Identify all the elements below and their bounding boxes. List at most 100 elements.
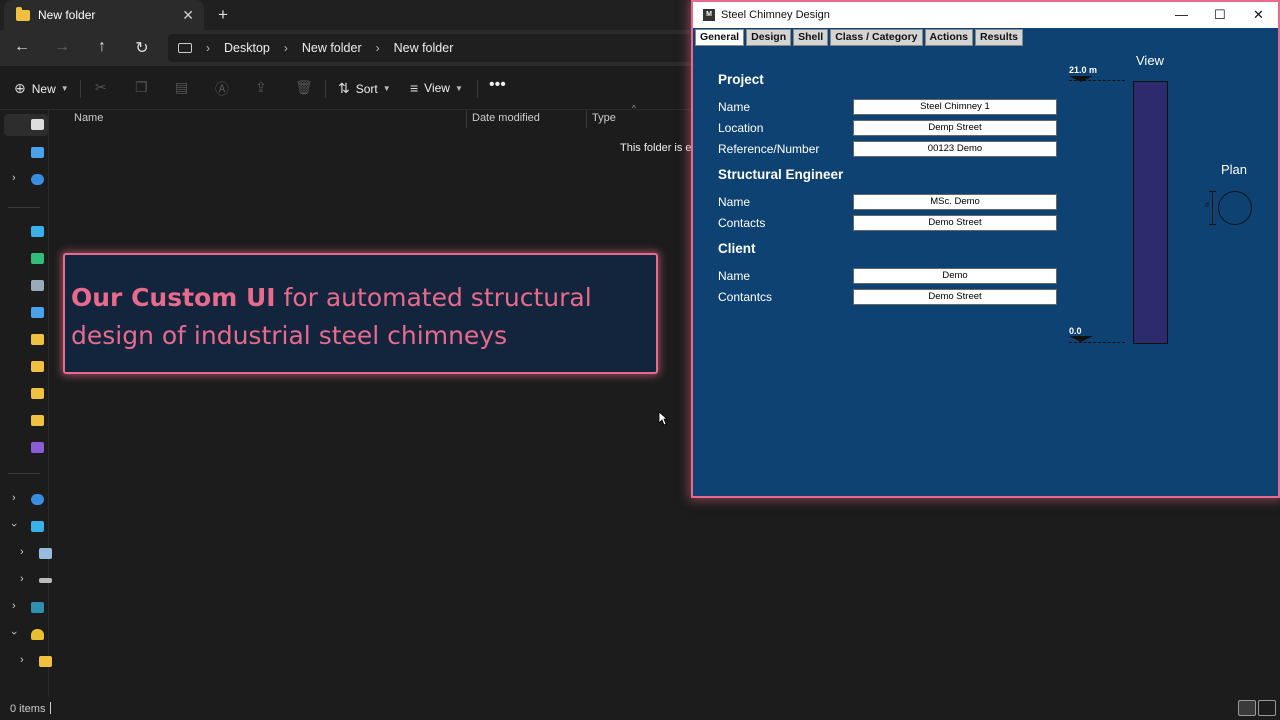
- up-icon[interactable]: ↑: [92, 38, 112, 56]
- sidebar-item-documents[interactable]: [4, 275, 48, 297]
- column-date-modified[interactable]: Date modified: [472, 112, 540, 124]
- sidebar-item-folder-3[interactable]: [4, 383, 48, 405]
- breadcrumb-folder-1[interactable]: New folder: [302, 41, 362, 55]
- chevron-right-icon: ›: [12, 172, 16, 184]
- chevron-down-icon: ›: [7, 523, 20, 527]
- empty-folder-message: This folder is em: [620, 142, 701, 154]
- share-icon[interactable]: ⇪: [255, 79, 267, 96]
- caption-highlight: Our Custom UI: [71, 283, 276, 312]
- chevron-down-icon: ›: [7, 631, 20, 635]
- address-bar-row: ← → ↑ ↻ › Desktop › New folder › New fol…: [0, 30, 700, 66]
- item-count: 0 items: [10, 703, 46, 715]
- sidebar-item-linux[interactable]: ›: [4, 624, 48, 646]
- chevron-right-icon: ›: [12, 492, 16, 504]
- new-tab-button[interactable]: +: [218, 5, 228, 25]
- pictures-icon: [31, 307, 44, 318]
- sidebar-item-home[interactable]: [4, 114, 48, 136]
- tab-results[interactable]: Results: [975, 29, 1023, 46]
- new-button[interactable]: ⊕ New ▼: [14, 80, 69, 97]
- network-icon: [31, 494, 44, 505]
- document-icon: [31, 280, 44, 291]
- app-logo-icon: M: [703, 9, 715, 21]
- minimize-icon[interactable]: —: [1175, 7, 1188, 22]
- project-location-field[interactable]: Demp Street: [853, 120, 1057, 136]
- client-contacts-label: Contantcs: [718, 290, 773, 304]
- app-titlebar[interactable]: M Steel Chimney Design — ☐ ✕: [693, 2, 1278, 28]
- paste-icon[interactable]: ▤: [175, 79, 188, 96]
- tiles-view-icon[interactable]: [1258, 700, 1276, 716]
- top-elevation-marker-icon: [1069, 76, 1093, 82]
- breadcrumb-desktop[interactable]: Desktop: [224, 41, 270, 55]
- close-tab-icon[interactable]: ✕: [182, 7, 194, 24]
- project-name-field[interactable]: Steel Chimney 1: [853, 99, 1057, 115]
- cut-icon[interactable]: ✂: [95, 79, 107, 96]
- chimney-elevation-shape: [1133, 81, 1168, 344]
- sidebar-item-desktop[interactable]: [4, 221, 48, 243]
- folder-icon: [16, 6, 30, 21]
- tab-class-category[interactable]: Class / Category: [830, 29, 923, 46]
- breadcrumb-folder-2[interactable]: New folder: [394, 41, 454, 55]
- project-heading: Project: [718, 72, 764, 87]
- address-bar[interactable]: › Desktop › New folder › New folder: [168, 34, 700, 62]
- folder-icon: [31, 388, 44, 399]
- sidebar-item-network[interactable]: ›: [4, 597, 48, 619]
- linux-icon: [31, 629, 44, 640]
- folder-icon: [31, 415, 44, 426]
- column-name[interactable]: Name: [74, 112, 103, 124]
- drive-icon: [39, 548, 52, 559]
- client-contacts-field[interactable]: Demo Street: [853, 289, 1057, 305]
- view-button[interactable]: ≡ View ▼: [410, 80, 463, 96]
- details-view-icon[interactable]: [1238, 700, 1256, 716]
- sidebar-item-this-pc[interactable]: ›: [4, 516, 48, 538]
- view-label: View: [1136, 53, 1164, 68]
- project-reference-field[interactable]: 00123 Demo: [853, 141, 1057, 157]
- sidebar-item-folder-4[interactable]: [4, 410, 48, 432]
- explorer-tab[interactable]: New folder ✕: [4, 0, 204, 30]
- sort-icon: ⇅: [338, 80, 350, 96]
- chevron-down-icon: ▼: [60, 84, 69, 93]
- sidebar-item-drive-d[interactable]: ›: [12, 570, 56, 592]
- app-tabs: General Design Shell Class / Category Ac…: [695, 29, 1025, 46]
- sidebar-item-videos[interactable]: [4, 437, 48, 459]
- chevron-down-icon: ▼: [382, 84, 391, 93]
- sidebar-item-linux-folder[interactable]: ›: [12, 651, 56, 673]
- sidebar-item-pictures[interactable]: [4, 302, 48, 324]
- sidebar-item-folder-1[interactable]: [4, 329, 48, 351]
- navigation-pane: › › › › › › › ›: [0, 110, 52, 697]
- refresh-icon[interactable]: ↻: [132, 38, 152, 58]
- engineer-name-field[interactable]: MSc. Demo: [853, 194, 1057, 210]
- sidebar-item-drive-c[interactable]: ›: [12, 543, 56, 565]
- tab-general[interactable]: General: [695, 29, 745, 46]
- sidebar-item-onedrive[interactable]: ›: [4, 169, 48, 191]
- download-icon: [31, 253, 44, 264]
- cloud-icon: [31, 174, 44, 185]
- engineer-contacts-field[interactable]: Demo Street: [853, 215, 1057, 231]
- more-options-icon[interactable]: •••: [489, 76, 506, 94]
- delete-icon[interactable]: 🗑: [295, 79, 313, 96]
- command-bar: ⊕ New ▼ ✂ ❐ ▤ Ⓐ ⇪ 🗑 ⇅ Sort ▼ ≡ View ▼ ••…: [0, 66, 700, 110]
- close-icon[interactable]: ✕: [1253, 7, 1264, 23]
- column-type[interactable]: Type: [592, 112, 616, 124]
- sidebar-item-gallery[interactable]: [4, 142, 48, 164]
- desktop-icon: [31, 226, 44, 237]
- chevron-right-icon: ›: [20, 573, 24, 585]
- client-name-field[interactable]: Demo: [853, 268, 1057, 284]
- top-elevation-label: 21.0 m: [1069, 65, 1098, 75]
- tab-shell[interactable]: Shell: [793, 29, 829, 46]
- back-icon[interactable]: ←: [12, 38, 32, 56]
- sidebar-item-network-drive[interactable]: ›: [4, 489, 48, 511]
- sidebar-item-downloads[interactable]: [4, 248, 48, 270]
- project-location-label: Location: [718, 121, 764, 135]
- tab-design[interactable]: Design: [746, 29, 792, 46]
- rename-icon[interactable]: Ⓐ: [215, 79, 229, 99]
- diameter-label: d: [1205, 202, 1209, 209]
- tab-actions[interactable]: Actions: [924, 29, 974, 46]
- copy-icon[interactable]: ❐: [135, 79, 148, 96]
- sort-button[interactable]: ⇅ Sort ▼: [338, 80, 391, 97]
- sidebar-item-folder-2[interactable]: [4, 356, 48, 378]
- forward-icon[interactable]: →: [52, 38, 72, 56]
- column-headers: Name Date modified Type ^: [50, 104, 700, 128]
- engineer-name-label: Name: [718, 195, 751, 209]
- project-name-label: Name: [718, 100, 751, 114]
- maximize-icon[interactable]: ☐: [1214, 7, 1226, 23]
